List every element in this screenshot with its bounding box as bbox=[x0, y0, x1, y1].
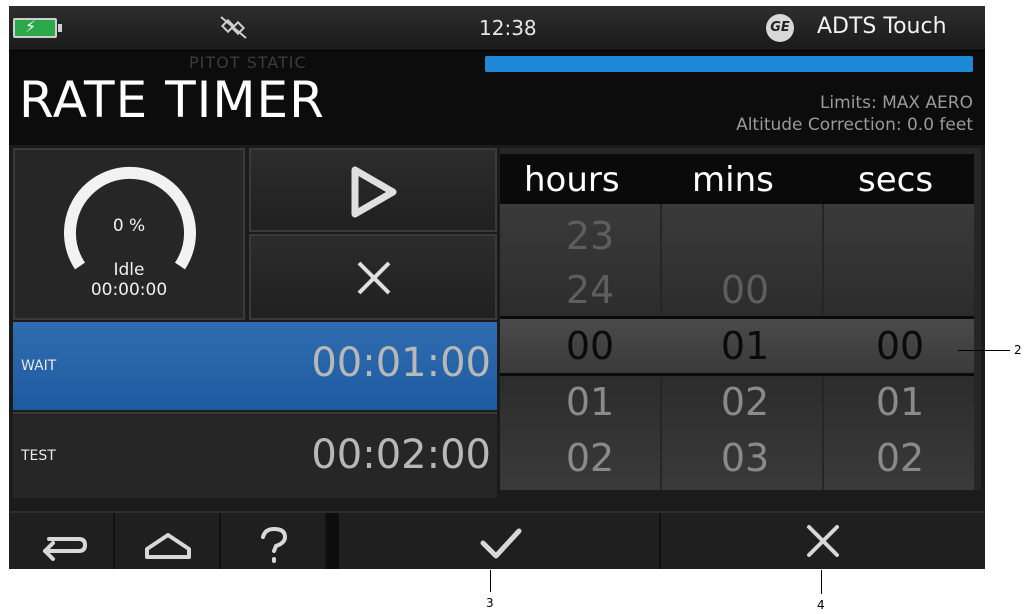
mins-value[interactable]: 00 bbox=[670, 268, 820, 312]
cancel-button[interactable] bbox=[661, 513, 985, 569]
wait-label: WAIT bbox=[21, 358, 57, 374]
secs-selected-value[interactable]: 00 bbox=[825, 324, 975, 368]
disconnected-plug-icon bbox=[220, 16, 247, 39]
gauge-percent: 0 % bbox=[112, 216, 146, 236]
progress-fill bbox=[485, 56, 973, 72]
back-arrow-icon bbox=[43, 537, 87, 561]
gauge-elapsed-time: 00:00:00 bbox=[90, 280, 168, 300]
limits-label: Limits: MAX AERO bbox=[819, 93, 973, 113]
secs-value[interactable]: 01 bbox=[825, 380, 975, 424]
stop-button[interactable] bbox=[249, 234, 497, 320]
close-icon bbox=[357, 261, 391, 295]
hours-selected-value[interactable]: 00 bbox=[515, 324, 665, 368]
hours-value[interactable]: 02 bbox=[515, 436, 665, 480]
start-button[interactable] bbox=[249, 148, 497, 232]
close-icon bbox=[807, 525, 839, 557]
altitude-correction-label: Altitude Correction: 0.0 feet bbox=[736, 115, 973, 135]
callout-3: 3 bbox=[486, 596, 494, 610]
callout-line-3 bbox=[490, 570, 491, 592]
callout-line-2 bbox=[958, 350, 1010, 351]
timer-gauge: 0 % Idle 00:00:00 bbox=[13, 148, 245, 320]
gauge-status: Idle bbox=[113, 260, 145, 280]
device-screen: ⚡ 12:38 GE ADTS Touch PITOT STATIC RATE … bbox=[9, 6, 985, 569]
test-time-row[interactable]: TEST 00:02:00 bbox=[13, 412, 497, 498]
callout-2: 2 bbox=[1014, 343, 1022, 357]
callout-line-4 bbox=[821, 570, 822, 594]
title-bar: PITOT STATIC RATE TIMER Limits: MAX AERO… bbox=[9, 51, 985, 145]
nav-divider bbox=[327, 513, 339, 569]
mins-value[interactable]: 03 bbox=[670, 436, 820, 480]
status-bar: ⚡ 12:38 GE ADTS Touch bbox=[9, 6, 985, 51]
mins-value[interactable]: 02 bbox=[670, 380, 820, 424]
wait-value: 00:01:00 bbox=[311, 340, 491, 386]
time-picker: hours mins secs 23 24 00 01 02 00 01 02 … bbox=[500, 148, 981, 490]
back-button[interactable] bbox=[9, 513, 115, 569]
mins-header: mins bbox=[692, 160, 774, 200]
hours-value[interactable]: 01 bbox=[515, 380, 665, 424]
home-button[interactable] bbox=[115, 513, 221, 569]
secs-header: secs bbox=[858, 160, 934, 200]
mins-selected-value[interactable]: 01 bbox=[670, 324, 820, 368]
page-title: RATE TIMER bbox=[19, 71, 325, 129]
hours-value[interactable]: 23 bbox=[515, 214, 665, 258]
callout-4: 4 bbox=[817, 598, 825, 612]
home-icon bbox=[145, 533, 191, 559]
picker-header: hours mins secs bbox=[500, 154, 974, 204]
help-button[interactable] bbox=[221, 513, 327, 569]
mode-label: PITOT STATIC bbox=[189, 53, 307, 72]
test-label: TEST bbox=[21, 448, 56, 464]
play-icon bbox=[351, 166, 397, 218]
test-value: 00:02:00 bbox=[311, 432, 491, 478]
secs-value[interactable]: 02 bbox=[825, 436, 975, 480]
app-name: ADTS Touch bbox=[817, 14, 947, 39]
wait-time-row[interactable]: WAIT 00:01:00 bbox=[13, 322, 497, 410]
check-icon bbox=[480, 528, 522, 559]
help-icon bbox=[261, 526, 288, 563]
hours-header: hours bbox=[524, 160, 620, 200]
progress-bar bbox=[485, 56, 973, 72]
clock: 12:38 bbox=[479, 16, 537, 40]
hours-value[interactable]: 24 bbox=[515, 268, 665, 312]
ge-logo: GE bbox=[766, 14, 794, 42]
bottom-nav-bar bbox=[9, 511, 985, 569]
battery-charging-icon: ⚡ bbox=[13, 17, 62, 38]
accept-button[interactable] bbox=[339, 513, 661, 569]
